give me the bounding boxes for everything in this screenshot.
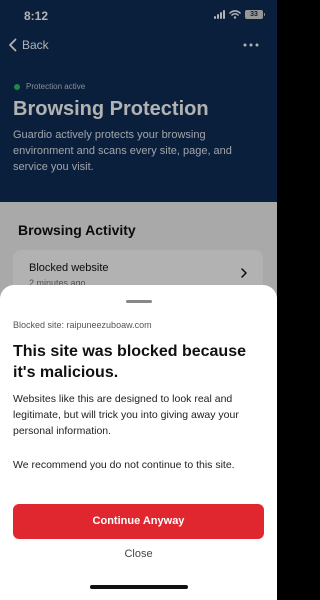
continue-anyway-button[interactable]: Continue Anyway bbox=[13, 504, 264, 539]
sheet-grabber[interactable] bbox=[126, 300, 152, 303]
bottom-sheet: Blocked site: raipuneezuboaw.com This si… bbox=[0, 285, 277, 600]
screen: 8:12 33 Back Protection active Browsing … bbox=[0, 0, 277, 600]
blocked-site-label: Blocked site: raipuneezuboaw.com bbox=[13, 320, 152, 330]
sheet-message: Websites like this are designed to look … bbox=[13, 393, 239, 437]
sheet-recommendation: We recommend you do not continue to this… bbox=[13, 459, 235, 471]
home-indicator bbox=[90, 585, 188, 589]
sheet-title: This site was blocked because it's malic… bbox=[13, 343, 246, 381]
close-button[interactable]: Close bbox=[0, 548, 277, 560]
